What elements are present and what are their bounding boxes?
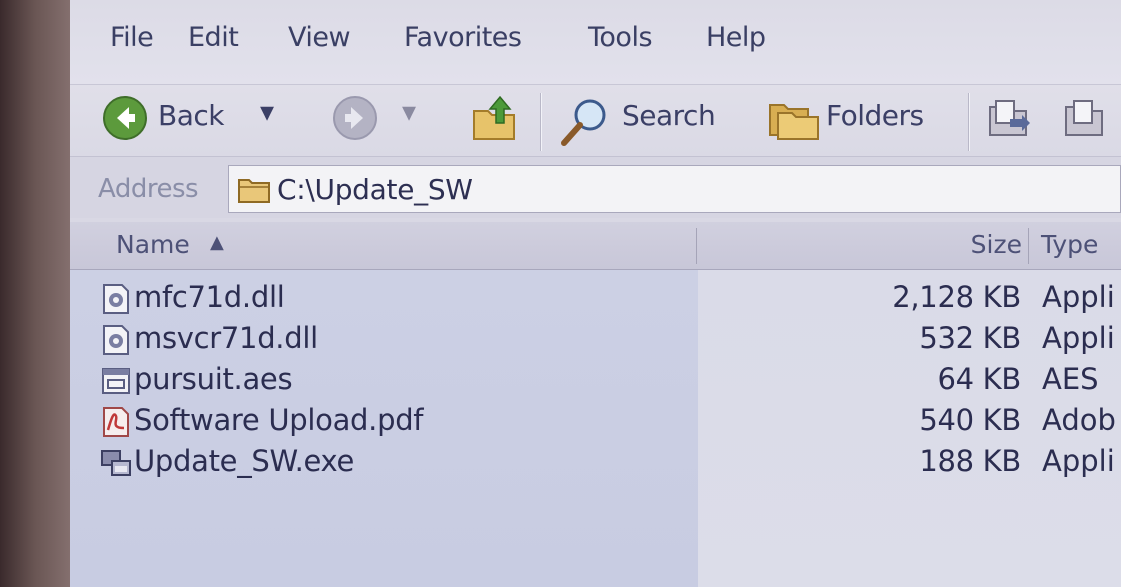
file-type: Appli (1042, 321, 1115, 355)
file-name: pursuit.aes (134, 362, 293, 396)
exe-file-icon (101, 450, 131, 476)
back-dropdown-icon[interactable]: ▾ (260, 95, 274, 128)
toolbar-separator (540, 93, 542, 151)
menu-tools[interactable]: Tools (588, 22, 653, 53)
forward-dropdown-icon[interactable]: ▾ (402, 95, 416, 128)
back-arrow-icon (103, 96, 147, 140)
address-label: Address (98, 174, 199, 204)
column-header-name[interactable]: Name ▲ (70, 222, 696, 270)
file-size: 64 KB (937, 362, 1021, 396)
back-button[interactable]: Back ▾ (100, 85, 310, 157)
menu-favorites[interactable]: Favorites (404, 22, 522, 53)
file-size: 188 KB (919, 444, 1021, 478)
column-header-row: Name ▲ Size Type (70, 222, 1121, 270)
search-label: Search (622, 99, 716, 132)
file-row[interactable]: Update_SW.exe 188 KB Appli (70, 442, 1121, 482)
dll-file-icon (103, 284, 129, 314)
forward-button[interactable]: ▾ (332, 85, 422, 157)
menu-view[interactable]: View (288, 22, 351, 53)
file-name: msvcr71d.dll (134, 321, 318, 355)
file-type: AES (1042, 362, 1099, 396)
folder-icon (238, 179, 270, 203)
column-header-name-label: Name (116, 230, 190, 259)
copy-to-icon (1065, 100, 1103, 136)
file-type: Appli (1042, 280, 1115, 314)
file-size: 540 KB (919, 403, 1021, 437)
move-to-icon (989, 100, 1030, 136)
address-value: C:\Update_SW (277, 173, 473, 206)
file-list: mfc71d.dll 2,128 KB Appli msvcr71d.dll 5… (70, 270, 1121, 587)
folders-button[interactable]: Folders (768, 85, 958, 157)
file-name: Update_SW.exe (134, 444, 355, 478)
pdf-file-icon (103, 407, 129, 437)
column-header-type[interactable]: Type (1029, 222, 1121, 270)
file-row[interactable]: pursuit.aes 64 KB AES (70, 360, 1121, 400)
file-size: 2,128 KB (892, 280, 1021, 314)
dll-file-icon (103, 325, 129, 355)
copy-to-button[interactable] (1062, 85, 1121, 157)
toolbar: Back ▾ ▾ Search Folders (70, 84, 1121, 156)
address-input[interactable]: C:\Update_SW (228, 165, 1121, 213)
column-header-size[interactable]: Size (697, 222, 1028, 270)
file-row[interactable]: Software Upload.pdf 540 KB Adob (70, 401, 1121, 441)
folders-icon (769, 104, 819, 140)
file-row[interactable]: msvcr71d.dll 532 KB Appli (70, 319, 1121, 359)
file-type: Adob (1042, 403, 1116, 437)
monitor-bezel (0, 0, 78, 587)
file-name: Software Upload.pdf (134, 403, 424, 437)
file-name: mfc71d.dll (134, 280, 285, 314)
folders-label: Folders (826, 99, 924, 132)
menu-help[interactable]: Help (706, 22, 766, 53)
back-label: Back (158, 99, 224, 132)
search-button[interactable]: Search (558, 85, 748, 157)
menu-bar: File Edit View Favorites Tools Help (70, 0, 1121, 84)
file-size: 532 KB (919, 321, 1021, 355)
generic-file-icon (102, 368, 130, 394)
up-folder-icon (473, 95, 515, 140)
file-type: Appli (1042, 444, 1115, 478)
search-icon (561, 99, 606, 146)
menu-edit[interactable]: Edit (188, 22, 239, 53)
sort-ascending-icon: ▲ (210, 232, 224, 253)
address-bar: Address C:\Update_SW (70, 156, 1121, 218)
file-row[interactable]: mfc71d.dll 2,128 KB Appli (70, 278, 1121, 318)
menu-file[interactable]: File (110, 22, 154, 53)
column-header-size-label: Size (970, 230, 1022, 259)
column-header-type-label: Type (1041, 230, 1099, 259)
explorer-window: File Edit View Favorites Tools Help Back… (70, 0, 1121, 587)
move-to-button[interactable] (986, 85, 1034, 157)
up-folder-button[interactable] (470, 85, 520, 157)
forward-arrow-icon (333, 96, 377, 140)
toolbar-separator (968, 93, 970, 151)
